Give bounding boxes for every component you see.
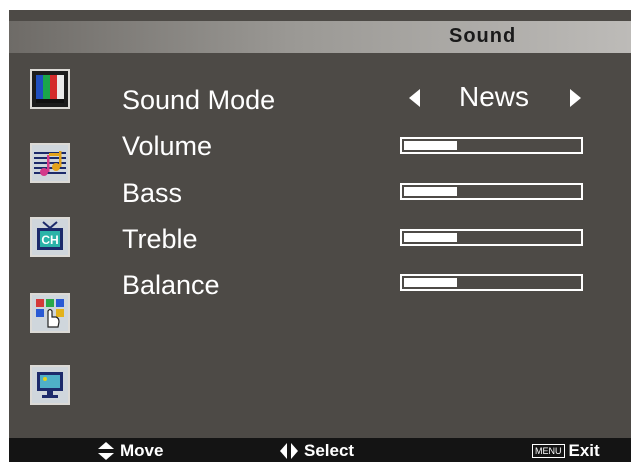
channel-icon[interactable]: CH bbox=[30, 217, 70, 257]
footer-move: Move bbox=[98, 441, 163, 461]
up-down-icon bbox=[98, 442, 114, 460]
footer-exit[interactable]: MENU Exit bbox=[532, 441, 600, 461]
function-icon[interactable] bbox=[30, 293, 70, 333]
menu-item-balance[interactable]: Balance bbox=[122, 270, 220, 301]
sound-icon[interactable] bbox=[30, 143, 70, 183]
menu-item-treble[interactable]: Treble bbox=[122, 224, 198, 255]
treble-slider[interactable] bbox=[400, 229, 583, 246]
picture-icon[interactable] bbox=[30, 69, 70, 109]
bass-slider-fill bbox=[404, 187, 457, 196]
footer-move-label: Move bbox=[120, 441, 164, 460]
footer-exit-label: Exit bbox=[568, 441, 600, 460]
arrow-left-icon[interactable] bbox=[409, 89, 420, 107]
sound-mode-value: News bbox=[459, 81, 530, 112]
balance-slider-fill bbox=[404, 278, 457, 287]
treble-slider-fill bbox=[404, 233, 457, 242]
header-bar: Sound bbox=[9, 21, 631, 53]
channel-icon-text: CH bbox=[41, 233, 58, 247]
volume-slider-fill bbox=[404, 141, 457, 150]
bass-slider[interactable] bbox=[400, 183, 583, 200]
volume-slider[interactable] bbox=[400, 137, 583, 154]
osd-window: Sound CH Sound Mode News Volume Bass Tre… bbox=[9, 10, 631, 462]
menu-item-volume[interactable]: Volume bbox=[122, 131, 212, 162]
screen-icon[interactable] bbox=[30, 365, 70, 405]
left-right-icon bbox=[280, 443, 298, 459]
balance-slider[interactable] bbox=[400, 274, 583, 291]
arrow-right-icon[interactable] bbox=[570, 89, 581, 107]
footer-select-label: Select bbox=[304, 441, 355, 460]
page-title: Sound bbox=[449, 25, 517, 47]
footer-select: Select bbox=[280, 441, 354, 461]
menu-item-sound-mode[interactable]: Sound Mode bbox=[122, 85, 275, 116]
menu-item-bass[interactable]: Bass bbox=[122, 178, 182, 209]
footer-bar: Move Select MENU Exit bbox=[9, 438, 631, 462]
menu-key-icon: MENU bbox=[532, 444, 565, 458]
